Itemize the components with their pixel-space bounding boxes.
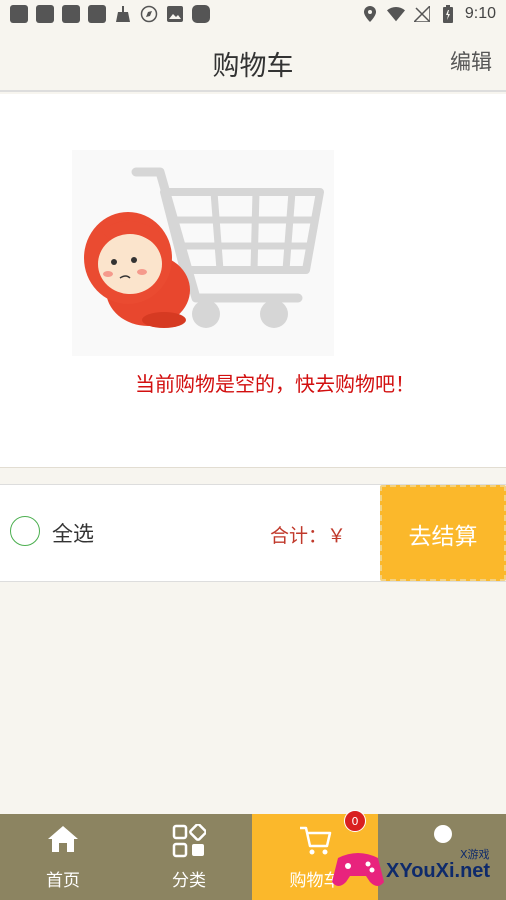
no-signal-icon: [413, 5, 431, 23]
notification-icon: [10, 5, 28, 23]
battery-icon: [439, 5, 457, 23]
checkout-bar: 全选 合计：￥ 去结算: [0, 484, 506, 582]
cleaner-icon: [114, 5, 132, 23]
wifi-icon: [386, 5, 405, 23]
notification-icon: [36, 5, 54, 23]
empty-cart-panel: 当前购物是空的，快去购物吧！: [0, 94, 506, 468]
select-all-label[interactable]: 全选: [52, 518, 94, 548]
image-icon: [166, 5, 184, 23]
clock: 9:10: [464, 5, 496, 22]
tab-label: 首页: [46, 871, 80, 891]
category-icon: [126, 824, 252, 858]
status-bar: 9:10: [0, 0, 506, 30]
edit-button[interactable]: 编辑: [450, 46, 492, 76]
notification-icon: [62, 5, 80, 23]
gamepad-logo-icon: [332, 853, 384, 886]
checkout-button-label: 去结算: [408, 524, 478, 550]
compass-icon: [140, 5, 158, 23]
page-title: 购物车: [212, 51, 294, 82]
watermark-brand: XYouXi.net: [386, 860, 491, 882]
total-price: 合计：￥: [270, 525, 347, 547]
tab-label: 分类: [172, 871, 206, 891]
cart-count-badge: 0: [344, 810, 366, 832]
notification-icon: [88, 5, 106, 23]
tab-home[interactable]: 首页: [0, 814, 126, 900]
title-bar: 购物车 编辑: [0, 30, 506, 92]
app-icon: [192, 5, 210, 23]
select-all-checkbox[interactable]: [10, 516, 40, 546]
checkout-button[interactable]: 去结算: [380, 485, 506, 581]
site-watermark: X游戏 XYouXi.net: [330, 840, 506, 900]
tab-category[interactable]: 分类: [126, 814, 252, 900]
home-icon: [0, 824, 126, 858]
location-icon: [361, 5, 379, 23]
empty-cart-illustration: [72, 150, 334, 356]
empty-cart-message: 当前购物是空的，快去购物吧！: [135, 372, 415, 396]
